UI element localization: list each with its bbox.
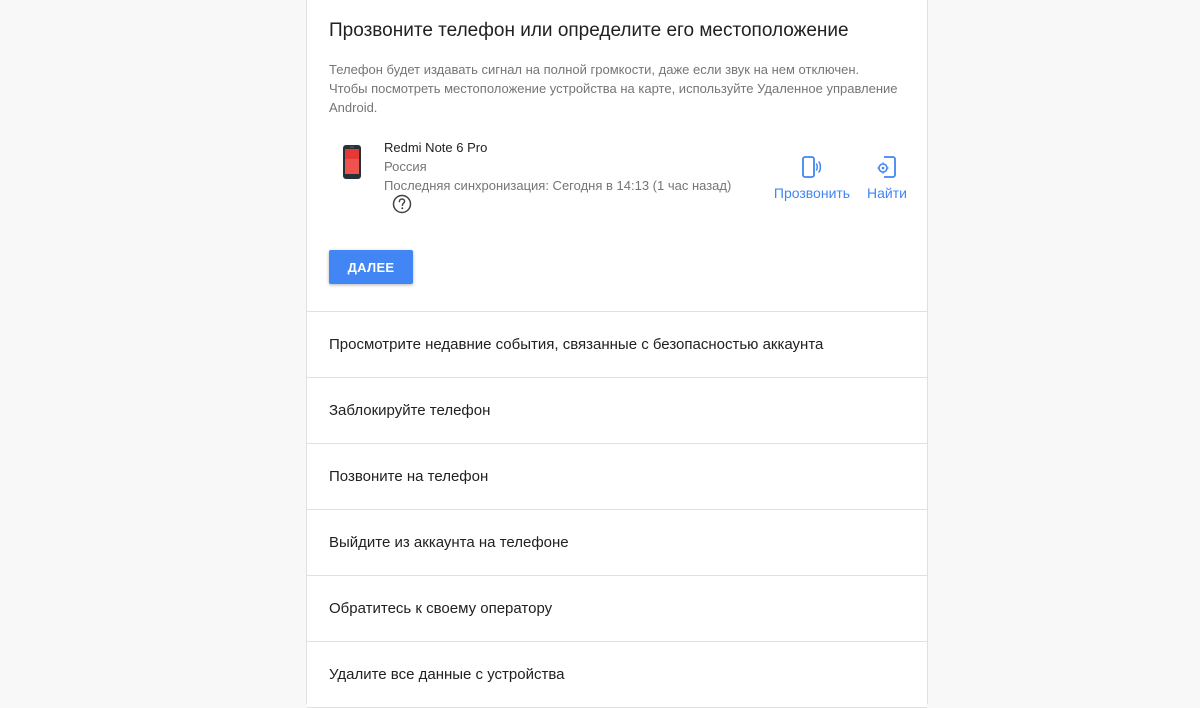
device-name: Redmi Note 6 Pro bbox=[384, 140, 488, 155]
row-lock-phone[interactable]: Заблокируйте телефон bbox=[307, 378, 927, 444]
row-call-phone[interactable]: Позвоните на телефон bbox=[307, 444, 927, 510]
phone-ring-icon bbox=[802, 156, 822, 178]
row-security-events[interactable]: Просмотрите недавние события, связанные … bbox=[307, 312, 927, 378]
section-description: Телефон будет издавать сигнал на полной … bbox=[329, 62, 898, 115]
find-phone-label: Найти bbox=[867, 185, 907, 201]
device-country: Россия bbox=[384, 159, 427, 174]
next-button[interactable]: ДАЛЕЕ bbox=[329, 250, 413, 284]
row-erase-device[interactable]: Удалите все данные с устройства bbox=[307, 642, 927, 708]
row-sign-out-phone[interactable]: Выйдите из аккаунта на телефоне bbox=[307, 510, 927, 576]
row-contact-carrier[interactable]: Обратитесь к своему оператору bbox=[307, 576, 927, 642]
ring-phone-button[interactable]: Прозвонить bbox=[773, 155, 851, 201]
section-title: Прозвоните телефон или определите его ме… bbox=[329, 20, 849, 41]
find-phone-button[interactable]: Найти bbox=[865, 155, 909, 201]
help-icon[interactable] bbox=[392, 194, 412, 214]
phone-device-icon bbox=[343, 145, 361, 179]
device-last-sync: Последняя синхронизация: Сегодня в 14:13… bbox=[384, 178, 732, 193]
ring-phone-label: Прозвонить bbox=[773, 185, 851, 201]
ring-or-locate-section: Прозвоните телефон или определите его ме… bbox=[307, 0, 927, 312]
phone-locate-icon bbox=[877, 156, 896, 178]
settings-card: Прозвоните телефон или определите его ме… bbox=[306, 0, 928, 708]
